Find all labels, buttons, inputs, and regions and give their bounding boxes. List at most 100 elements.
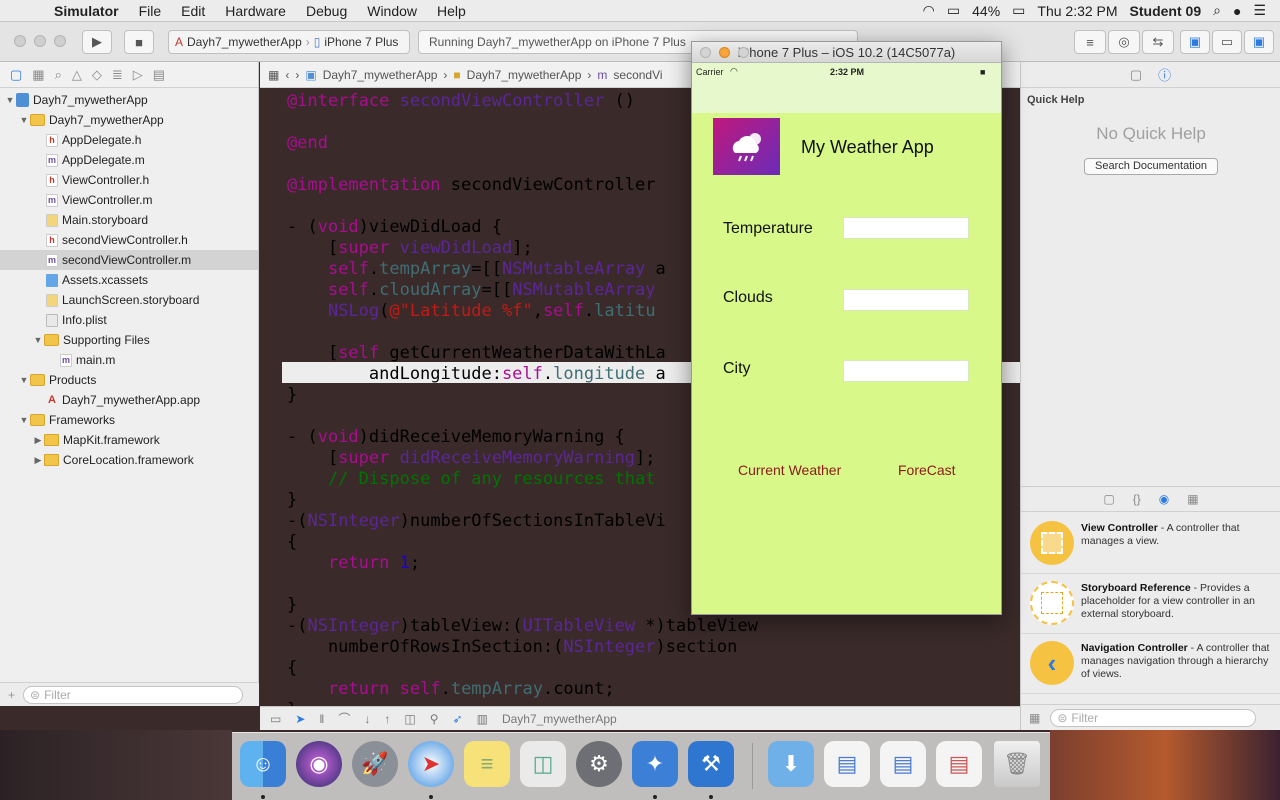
grid-view-icon[interactable]: ▦ <box>1029 711 1040 725</box>
version-editor-button[interactable]: ⇆ <box>1142 30 1174 54</box>
folder-tab-icon[interactable]: ▢ <box>10 67 22 83</box>
scheme-selector[interactable]: A Dayh7_mywetherApp › ▯ iPhone 7 Plus <box>168 30 410 54</box>
current-weather-button[interactable]: Current Weather <box>738 462 841 478</box>
media-library-icon[interactable]: ▦ <box>1187 492 1198 506</box>
temperature-field[interactable] <box>843 217 969 239</box>
related-items-icon[interactable]: ▦ <box>268 68 279 82</box>
menu-debug[interactable]: Debug <box>296 3 357 19</box>
safari-icon[interactable]: ➤ <box>408 741 454 787</box>
menu-app-name[interactable]: Simulator <box>44 3 129 19</box>
stack-thumbnail-icon[interactable]: ▤ <box>936 741 982 787</box>
quick-help-icon[interactable]: ⓘ <box>1158 65 1171 84</box>
simulator-title-bar[interactable]: iPhone 7 Plus – iOS 10.2 (14C5077a) <box>692 42 1001 63</box>
search-documentation-button[interactable]: Search Documentation <box>1084 158 1218 175</box>
system-preferences-icon[interactable]: ⚙ <box>576 741 622 787</box>
menu-window[interactable]: Window <box>357 3 427 19</box>
issue-tab-icon[interactable]: △ <box>72 67 82 83</box>
test-tab-icon[interactable]: ◇ <box>92 67 102 83</box>
tree-row-project[interactable]: ▼ Dayh7_mywetherApp <box>0 90 258 110</box>
navigator-filter-input[interactable]: ⊜ Filter <box>23 685 244 704</box>
hide-debug-icon[interactable]: ▭ <box>270 712 281 726</box>
step-in-icon[interactable]: ↓ <box>364 712 370 726</box>
tree-row-file[interactable]: m AppDelegate.m <box>0 150 258 170</box>
file-inspector-icon[interactable]: ▢ <box>1130 67 1142 83</box>
airplay-icon[interactable]: ▭ <box>947 2 960 19</box>
clock[interactable]: Thu 2:32 PM <box>1037 3 1117 19</box>
stack-thumbnail-icon[interactable]: ▤ <box>880 741 926 787</box>
xcode-simulator-icon[interactable]: ✦ <box>632 741 678 787</box>
city-field[interactable] <box>843 360 969 382</box>
notification-center-icon[interactable]: ☰ <box>1253 2 1266 19</box>
tree-row-framework[interactable]: ▶ CoreLocation.framework <box>0 450 258 470</box>
add-icon[interactable]: + <box>8 688 15 702</box>
stop-button[interactable]: ■ <box>124 30 154 54</box>
trash-icon[interactable]: 🗑 <box>994 741 1040 787</box>
maps-photos-icon[interactable]: ◫ <box>520 741 566 787</box>
library-item-view-controller[interactable]: View Controller - A controller that mana… <box>1021 514 1280 574</box>
toggle-navigator-button[interactable]: ▣ <box>1180 30 1210 54</box>
disclosure-icon[interactable]: ▼ <box>18 115 30 125</box>
breadcrumb-group[interactable]: Dayh7_mywetherApp <box>467 68 582 82</box>
disclosure-icon[interactable]: ▼ <box>32 335 44 345</box>
simulator-window[interactable]: iPhone 7 Plus – iOS 10.2 (14C5077a) Carr… <box>691 41 1002 615</box>
tree-row-group[interactable]: ▼ Dayh7_mywetherApp <box>0 110 258 130</box>
battery-percent[interactable]: 44% <box>972 3 1000 19</box>
siri-icon[interactable]: ● <box>1233 3 1241 19</box>
debug-tab-icon[interactable]: ≣ <box>112 67 123 83</box>
tree-row-file[interactable]: Info.plist <box>0 310 258 330</box>
library-item-navigation-controller[interactable]: ‹ Navigation Controller - A controller t… <box>1021 634 1280 694</box>
disclosure-icon[interactable]: ▶ <box>32 435 44 446</box>
tree-row-file[interactable]: h ViewController.h <box>0 170 258 190</box>
xcode-icon[interactable]: ⚒ <box>688 741 734 787</box>
siri-dock-icon[interactable]: ◉ <box>296 741 342 787</box>
file-template-icon[interactable]: ▢ <box>1103 492 1114 506</box>
tree-row-file[interactable]: m main.m <box>0 350 258 370</box>
disclosure-icon[interactable]: ▶ <box>32 455 44 466</box>
code-snippet-icon[interactable]: {} <box>1133 492 1141 506</box>
user-name[interactable]: Student 09 <box>1130 3 1202 19</box>
toggle-debug-area-button[interactable]: ▭ <box>1212 30 1242 54</box>
library-filter-input[interactable]: ⊜ Filter <box>1050 708 1257 727</box>
library-item-storyboard-reference[interactable]: Storyboard Reference - Provides a placeh… <box>1021 574 1280 634</box>
clouds-field[interactable] <box>843 289 969 311</box>
tree-row-file[interactable]: A Dayh7_mywetherApp.app <box>0 390 258 410</box>
find-tab-icon[interactable]: ⌕ <box>55 67 62 83</box>
battery-icon[interactable]: ▭ <box>1012 2 1025 19</box>
standard-editor-button[interactable]: ≡ <box>1074 30 1106 54</box>
disclosure-icon[interactable]: ▼ <box>18 415 30 425</box>
menu-hardware[interactable]: Hardware <box>215 3 296 19</box>
menu-help[interactable]: Help <box>427 3 476 19</box>
disclosure-icon[interactable]: ▼ <box>4 95 16 105</box>
view-debugger-icon[interactable]: ◫ <box>404 712 415 726</box>
symbol-tab-icon[interactable]: ▦ <box>32 67 44 83</box>
debug-target[interactable]: Dayh7_mywetherApp <box>502 712 617 726</box>
menu-edit[interactable]: Edit <box>171 3 215 19</box>
disclosure-icon[interactable]: ▼ <box>18 375 30 385</box>
finder-icon[interactable]: ☺ <box>240 741 286 787</box>
source-code[interactable]: @interface secondViewController () @end … <box>287 91 758 706</box>
breakpoint-tab-icon[interactable]: ▷ <box>133 67 143 83</box>
window-zoom-button[interactable] <box>54 35 66 47</box>
memory-graph-icon[interactable]: ⚲ <box>430 712 439 726</box>
run-button[interactable]: ▶ <box>82 30 112 54</box>
step-over-icon[interactable]: ⌒ <box>338 710 350 727</box>
window-close-button[interactable] <box>14 35 26 47</box>
assistant-editor-button[interactable]: ◎ <box>1108 30 1140 54</box>
spotlight-search-icon[interactable]: ⌕ <box>1213 2 1221 19</box>
stack-thumbnail-icon[interactable]: ▤ <box>824 741 870 787</box>
step-out-icon[interactable]: ↑ <box>384 712 390 726</box>
toggle-inspector-button[interactable]: ▣ <box>1244 30 1274 54</box>
breadcrumb-project[interactable]: Dayh7_mywetherApp <box>323 68 438 82</box>
sim-minimize-button[interactable] <box>719 47 730 58</box>
menu-file[interactable]: File <box>129 3 172 19</box>
breakpoints-icon[interactable]: ➤ <box>295 712 305 726</box>
forward-arrow-icon[interactable]: › <box>295 68 299 82</box>
sim-zoom-button[interactable] <box>738 47 749 58</box>
object-library-icon[interactable]: ◉ <box>1159 492 1169 506</box>
tree-row-group[interactable]: ▼ Products <box>0 370 258 390</box>
window-minimize-button[interactable] <box>34 35 46 47</box>
back-arrow-icon[interactable]: ‹ <box>285 68 289 82</box>
wifi-icon[interactable]: ◠ <box>923 2 935 19</box>
tree-row-group[interactable]: ▼ Frameworks <box>0 410 258 430</box>
tree-row-group[interactable]: ▼ Supporting Files <box>0 330 258 350</box>
